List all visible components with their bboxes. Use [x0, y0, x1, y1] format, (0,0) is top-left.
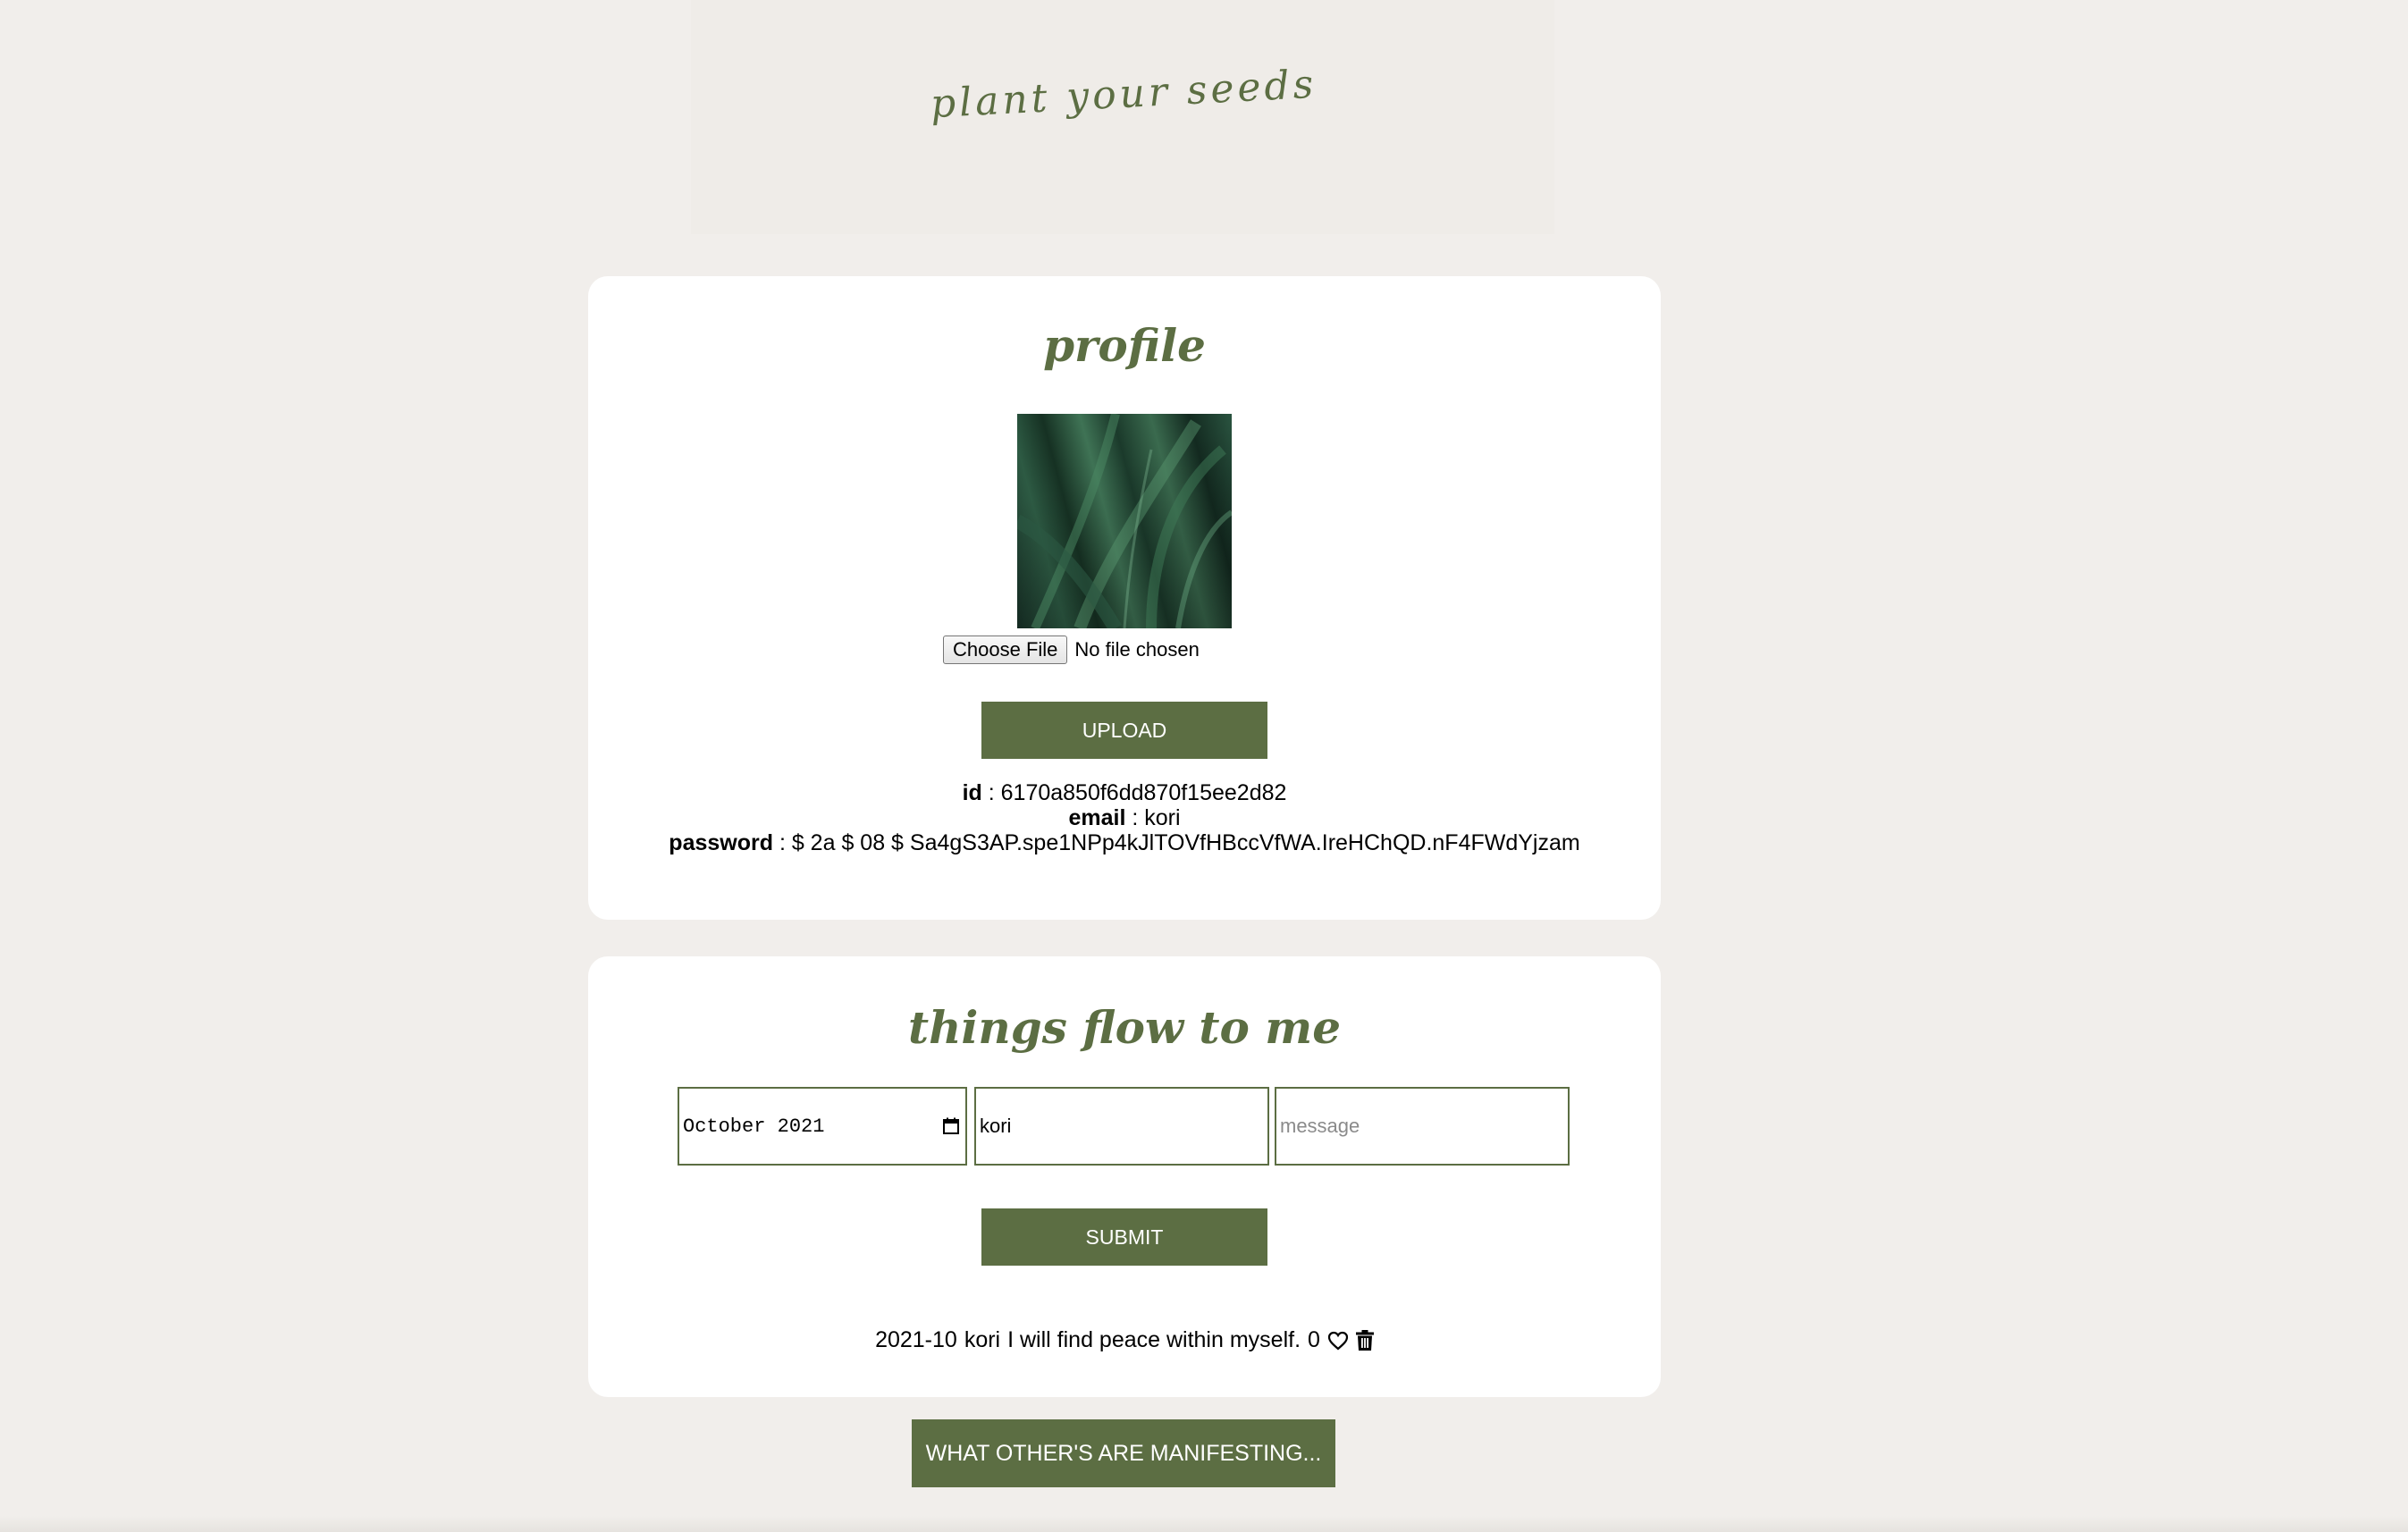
trash-icon[interactable] — [1355, 1329, 1374, 1351]
profile-image — [1017, 414, 1232, 628]
calendar-icon[interactable] — [942, 1117, 960, 1135]
id-value: : 6170a850f6dd870f15ee2d82 — [981, 780, 1287, 805]
upload-button[interactable]: UPLOAD — [981, 702, 1267, 759]
entry-date: 2021-10 — [875, 1327, 957, 1352]
file-input[interactable]: Choose File No file chosen — [943, 635, 1200, 665]
password-label: password — [669, 830, 773, 855]
manifesting-button[interactable]: WHAT OTHER'S ARE MANIFESTING... — [912, 1419, 1335, 1487]
heart-icon[interactable] — [1327, 1331, 1349, 1351]
list-item: 2021-10 kori I will find peace within my… — [588, 1327, 1661, 1353]
message-placeholder: message — [1280, 1115, 1360, 1137]
email-label: email — [1068, 805, 1126, 830]
entry-message: I will find peace within myself. — [1007, 1327, 1301, 1352]
flow-title: things flow to me — [907, 1001, 1342, 1054]
flow-card: things flow to me October 2021 kori mess… — [588, 956, 1661, 1397]
entry-likes: 0 — [1308, 1327, 1320, 1352]
message-input[interactable]: message — [1275, 1087, 1570, 1166]
profile-password-row: password : $ 2a $ 08 $ Sa4gS3AP.spe1NPp4… — [588, 830, 1661, 855]
date-input[interactable]: October 2021 — [678, 1087, 967, 1166]
id-label: id — [962, 780, 982, 805]
bottom-edge — [0, 1516, 2408, 1532]
name-value: kori — [980, 1115, 1012, 1137]
name-input[interactable]: kori — [974, 1087, 1269, 1166]
page: plant your seeds profile Choose File No … — [0, 0, 2408, 1532]
submit-button[interactable]: SUBMIT — [981, 1208, 1267, 1266]
email-value: : kori — [1125, 805, 1181, 830]
file-status: No file chosen — [1074, 638, 1200, 661]
profile-email-row: email : kori — [588, 805, 1661, 830]
profile-title: profile — [1043, 319, 1206, 372]
profile-card: profile Choose File No file chosen UPLOA… — [588, 276, 1661, 920]
entry-name: kori — [964, 1327, 1001, 1352]
password-value: : $ 2a $ 08 $ Sa4gS3AP.spe1NPp4kJlTOVfHB… — [773, 830, 1580, 855]
choose-file-button[interactable]: Choose File — [943, 636, 1068, 664]
profile-id-row: id : 6170a850f6dd870f15ee2d82 — [588, 780, 1661, 805]
date-value: October 2021 — [683, 1115, 825, 1138]
